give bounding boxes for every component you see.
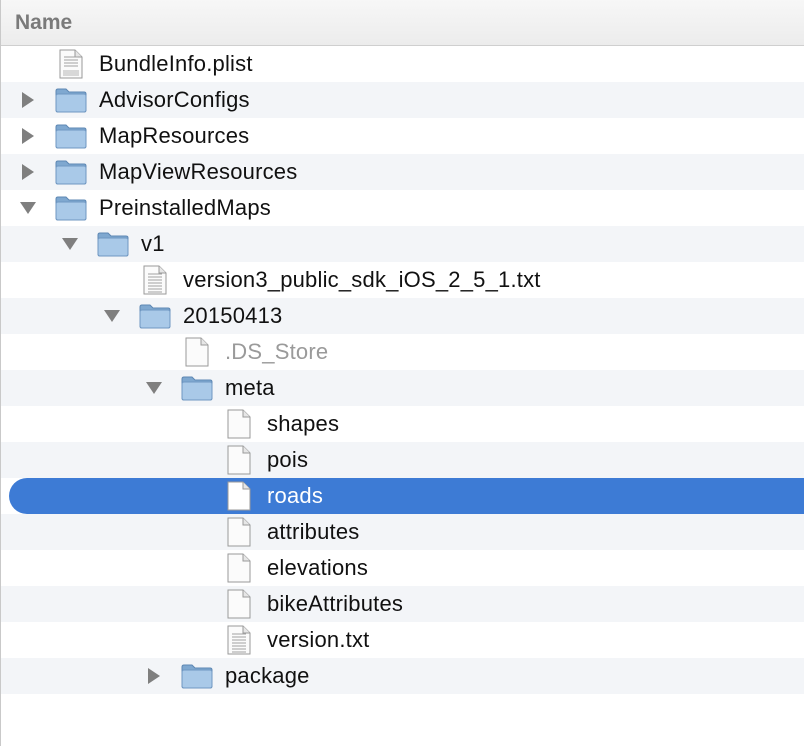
disclosure-collapsed-icon[interactable] [18, 90, 38, 110]
list-item[interactable]: version.txt [1, 622, 804, 658]
list-item[interactable]: BundleInfo.plist [1, 46, 804, 82]
blank-file-icon [222, 409, 256, 439]
list-item[interactable]: pois [1, 442, 804, 478]
list-item-label: meta [225, 375, 275, 400]
folder-icon [180, 661, 214, 691]
list-item[interactable]: meta [1, 370, 804, 406]
column-header[interactable]: Name [1, 0, 804, 46]
list-item-label: version.txt [267, 627, 370, 652]
folder-icon [54, 157, 88, 187]
list-item[interactable]: PreinstalledMaps [1, 190, 804, 226]
folder-icon [54, 85, 88, 115]
list-item[interactable]: package [1, 658, 804, 694]
blank-file-icon [222, 589, 256, 619]
list-item-label: MapResources [99, 123, 250, 148]
list-item[interactable]: bikeAttributes [1, 586, 804, 622]
disclosure-collapsed-icon[interactable] [18, 126, 38, 146]
list-item-label: PreinstalledMaps [99, 195, 271, 220]
folder-icon [54, 121, 88, 151]
list-item-label: attributes [267, 519, 360, 544]
folder-icon [138, 301, 172, 331]
list-item-label: bikeAttributes [267, 591, 404, 616]
list-item[interactable]: MapViewResources [1, 154, 804, 190]
list-item[interactable]: shapes [1, 406, 804, 442]
blank-file-icon [180, 337, 214, 367]
disclosure-expanded-icon[interactable] [18, 198, 38, 218]
list-item[interactable]: roads [9, 478, 804, 514]
list-item-label: package [225, 663, 310, 688]
list-item[interactable]: attributes [1, 514, 804, 550]
finder-list-view: Name BundleInfo.plist AdvisorConfigs MapRe… [0, 0, 804, 746]
list-item-label: version3_public_sdk_iOS_2_5_1.txt [183, 267, 541, 292]
list-item-label: v1 [141, 231, 165, 256]
file-list: BundleInfo.plist AdvisorConfigs MapResourc… [1, 46, 804, 746]
name-column-header[interactable]: Name [1, 11, 72, 35]
disclosure-collapsed-icon[interactable] [144, 666, 164, 686]
text-file-icon [138, 265, 172, 295]
disclosure-expanded-icon[interactable] [102, 306, 122, 326]
text-file-icon [222, 625, 256, 655]
blank-file-icon [222, 445, 256, 475]
disclosure-expanded-icon[interactable] [144, 378, 164, 398]
list-item-label: MapViewResources [99, 159, 298, 184]
list-item[interactable]: v1 [1, 226, 804, 262]
list-item-label: BundleInfo.plist [99, 51, 253, 76]
list-item-label: roads [267, 483, 324, 508]
list-item-label: shapes [267, 411, 340, 436]
list-item-label: AdvisorConfigs [99, 87, 250, 112]
disclosure-collapsed-icon[interactable] [18, 162, 38, 182]
plist-file-icon [54, 49, 88, 79]
blank-file-icon [222, 553, 256, 583]
list-item-label: .DS_Store [225, 339, 329, 364]
list-item[interactable]: elevations [1, 550, 804, 586]
list-item-label: 20150413 [183, 303, 283, 328]
blank-file-icon [222, 517, 256, 547]
folder-icon [180, 373, 214, 403]
list-item-label: pois [267, 447, 309, 472]
folder-icon [96, 229, 130, 259]
blank-file-icon [222, 481, 256, 511]
list-item-label: elevations [267, 555, 369, 580]
list-item[interactable]: version3_public_sdk_iOS_2_5_1.txt [1, 262, 804, 298]
list-item[interactable]: .DS_Store [1, 334, 804, 370]
list-item[interactable]: MapResources [1, 118, 804, 154]
empty-row [1, 694, 804, 730]
disclosure-expanded-icon[interactable] [60, 234, 80, 254]
list-item[interactable]: AdvisorConfigs [1, 82, 804, 118]
list-item[interactable]: 20150413 [1, 298, 804, 334]
folder-icon [54, 193, 88, 223]
